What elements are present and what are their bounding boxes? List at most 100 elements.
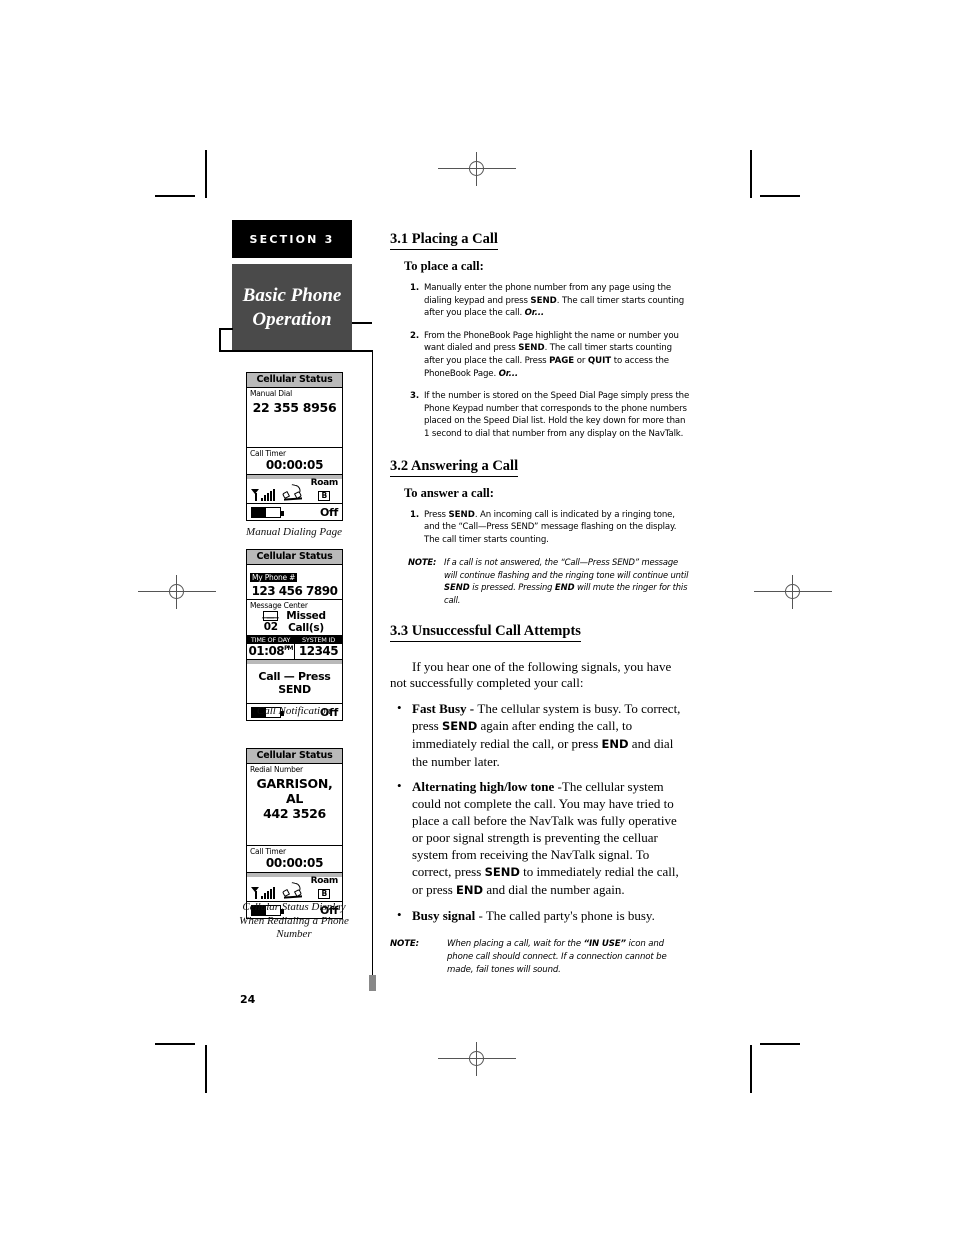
lcd-battery-row: Off [247, 503, 342, 520]
emphasis-label: “IN USE” [583, 938, 626, 949]
antenna-icon [251, 887, 260, 899]
envelope-icon [263, 611, 279, 621]
lcd-call-timer-value: 00:00:05 [265, 458, 324, 472]
time-of-day-label: TIME OF DAY [247, 636, 294, 644]
bullet-item: • Alternating high/low tone -The cellular… [390, 778, 690, 899]
lcd-status-row: Roam B [247, 479, 342, 503]
registration-mark-left [138, 575, 216, 609]
keycap-label: END [554, 582, 575, 593]
text-run: or [574, 355, 588, 366]
text-run: Press [424, 509, 449, 520]
bleed-tick-mark [369, 975, 376, 991]
caption-line-3: Number [276, 928, 312, 940]
lcd-call-timer-label: Call Timer [250, 847, 286, 856]
step-item: 2. From the PhoneBook Page highlight the … [390, 330, 690, 380]
system-id-label: SYSTEM ID [295, 636, 342, 644]
time-of-day-digits: 01:08 [248, 644, 285, 658]
missed-label-line1: Missed [286, 610, 326, 622]
keycap-label: SEND [518, 343, 545, 354]
text-run: and dial the number again. [483, 881, 625, 897]
bullet-marker: • [397, 699, 402, 715]
main-content: 3.1 Placing a Call To place a call: 1. Manu… [390, 230, 690, 978]
lcd-manual-dialing: Cellular Status Manual Dial 22 355 8956 … [246, 372, 343, 521]
keycap-label: END [601, 736, 629, 751]
sidebar-rule-bottom [219, 350, 373, 352]
step-list: 1. Manually enter the phone number from a… [390, 282, 690, 441]
step-number: 1. [410, 509, 419, 520]
sidebar-rule-left [219, 328, 233, 330]
step-item: 1. Manually enter the phone number from a… [390, 282, 690, 320]
crop-mark-top-left-h [155, 195, 195, 197]
signal-bars-icon [261, 887, 275, 899]
lcd-title: Cellular Status [247, 550, 342, 565]
crop-mark-top-left-v [205, 150, 207, 198]
lcd-power-state: Off [319, 505, 338, 519]
bullet-item: • Fast Busy - The cellular system is busy… [390, 700, 690, 770]
crop-mark-bottom-left-v [205, 1045, 207, 1093]
lcd-call-timer-value: 00:00:05 [265, 856, 324, 870]
text-run: If a call is not answered, the “Call—Pre… [444, 557, 689, 580]
step-item: 1. Press SEND. An incoming call is indica… [390, 509, 690, 547]
lcd-call-notification: Cellular Status My Phone # 123 456 7890 … [246, 549, 343, 721]
lcd-blank-area [247, 823, 342, 845]
keycap-label: SEND [530, 295, 557, 306]
keycap-label: SEND [444, 582, 470, 593]
lcd-title: Cellular Status [247, 373, 342, 388]
note-block: NOTE: If a call is not answered, the “Cal… [390, 556, 690, 606]
note-label: NOTE: [408, 557, 437, 568]
lcd-blank-area [247, 417, 342, 447]
lcd-redial-status: Cellular Status Redial Number GARRISON, … [246, 748, 343, 919]
section-subheading: To place a call: [404, 259, 484, 273]
lcd-my-phone-number: 123 456 7890 [251, 584, 338, 598]
missed-label-line2: Call(s) [288, 622, 324, 634]
time-of-day-value: 01:08PM [247, 644, 294, 659]
keycap-label: SEND [484, 864, 520, 879]
caption-manual-dialing: Manual Dialing Page [246, 526, 342, 538]
step-list: 1. Press SEND. An incoming call is indica… [390, 509, 690, 547]
step-item: 3. If the number is stored on the Speed D… [390, 390, 690, 440]
signal-strength-icon [251, 489, 275, 501]
battery-icon [251, 506, 284, 518]
registration-mark-bottom [438, 1042, 516, 1076]
crop-mark-bottom-right-v [750, 1045, 752, 1093]
missed-calls-right: Missed Call(s) [286, 610, 326, 634]
text-run: icon [625, 938, 646, 949]
bullet-item: • Busy signal - The called party's phone … [390, 907, 690, 924]
section-heading: 3.2 Answering a Call [390, 458, 519, 477]
roam-indicator: Roam B [311, 479, 338, 501]
lcd-redial-number: 442 3526 [263, 806, 326, 821]
lcd-missed-calls: 02 Missed Call(s) [247, 610, 342, 635]
crop-mark-bottom-left-h [155, 1043, 195, 1045]
lcd-dialed-number: 22 355 8956 [252, 400, 337, 415]
roam-indicator: Roam B [311, 877, 338, 899]
text-run: If the number is stored on the Speed Dia… [424, 391, 690, 439]
bullet-list: • Fast Busy - The cellular system is busy… [390, 700, 690, 924]
section-title-line1: Basic Phone [242, 285, 342, 306]
section-title-box: Basic Phone Operation [232, 264, 352, 352]
lcd-my-phone-label: My Phone # [250, 573, 298, 582]
roam-label: Roam [310, 876, 339, 886]
final-note-block: NOTE: When placing a call, wait for the “… [390, 938, 690, 978]
lcd-call-banner: Call — Press SEND [258, 670, 331, 696]
bullet-term: Busy signal [412, 907, 479, 923]
caption-line-2: When Redialing a Phone [239, 914, 349, 927]
lcd-status-row: Roam B [247, 877, 342, 901]
caption-line-1: Cellular Status Display [242, 901, 346, 913]
lcd-call-timer-label: Call Timer [250, 449, 286, 458]
sidebar-rule-title-right [352, 322, 372, 324]
roam-label: Roam [310, 478, 339, 488]
crop-mark-top-right-h [760, 195, 800, 197]
registration-mark-right [754, 575, 832, 609]
lcd-field-label: Redial Number [250, 765, 303, 774]
section-tag: SECTION 3 [232, 220, 352, 258]
page-number: 24 [240, 993, 256, 1006]
lcd-field-label: Manual Dial [250, 389, 292, 398]
step-number: 1. [410, 283, 419, 293]
caption-redial-status: Cellular Status Display When Redialing a… [219, 901, 369, 942]
sidebar-rule-right [371, 350, 373, 975]
lcd-message-center-label: Message Center [250, 601, 308, 610]
missed-calls-left: 02 [263, 611, 279, 633]
crop-mark-bottom-right-h [760, 1043, 800, 1045]
section-block: 3.2 Answering a Call To answer a call: 1. P… [390, 457, 690, 606]
system-id-value: 12345 [298, 644, 339, 658]
